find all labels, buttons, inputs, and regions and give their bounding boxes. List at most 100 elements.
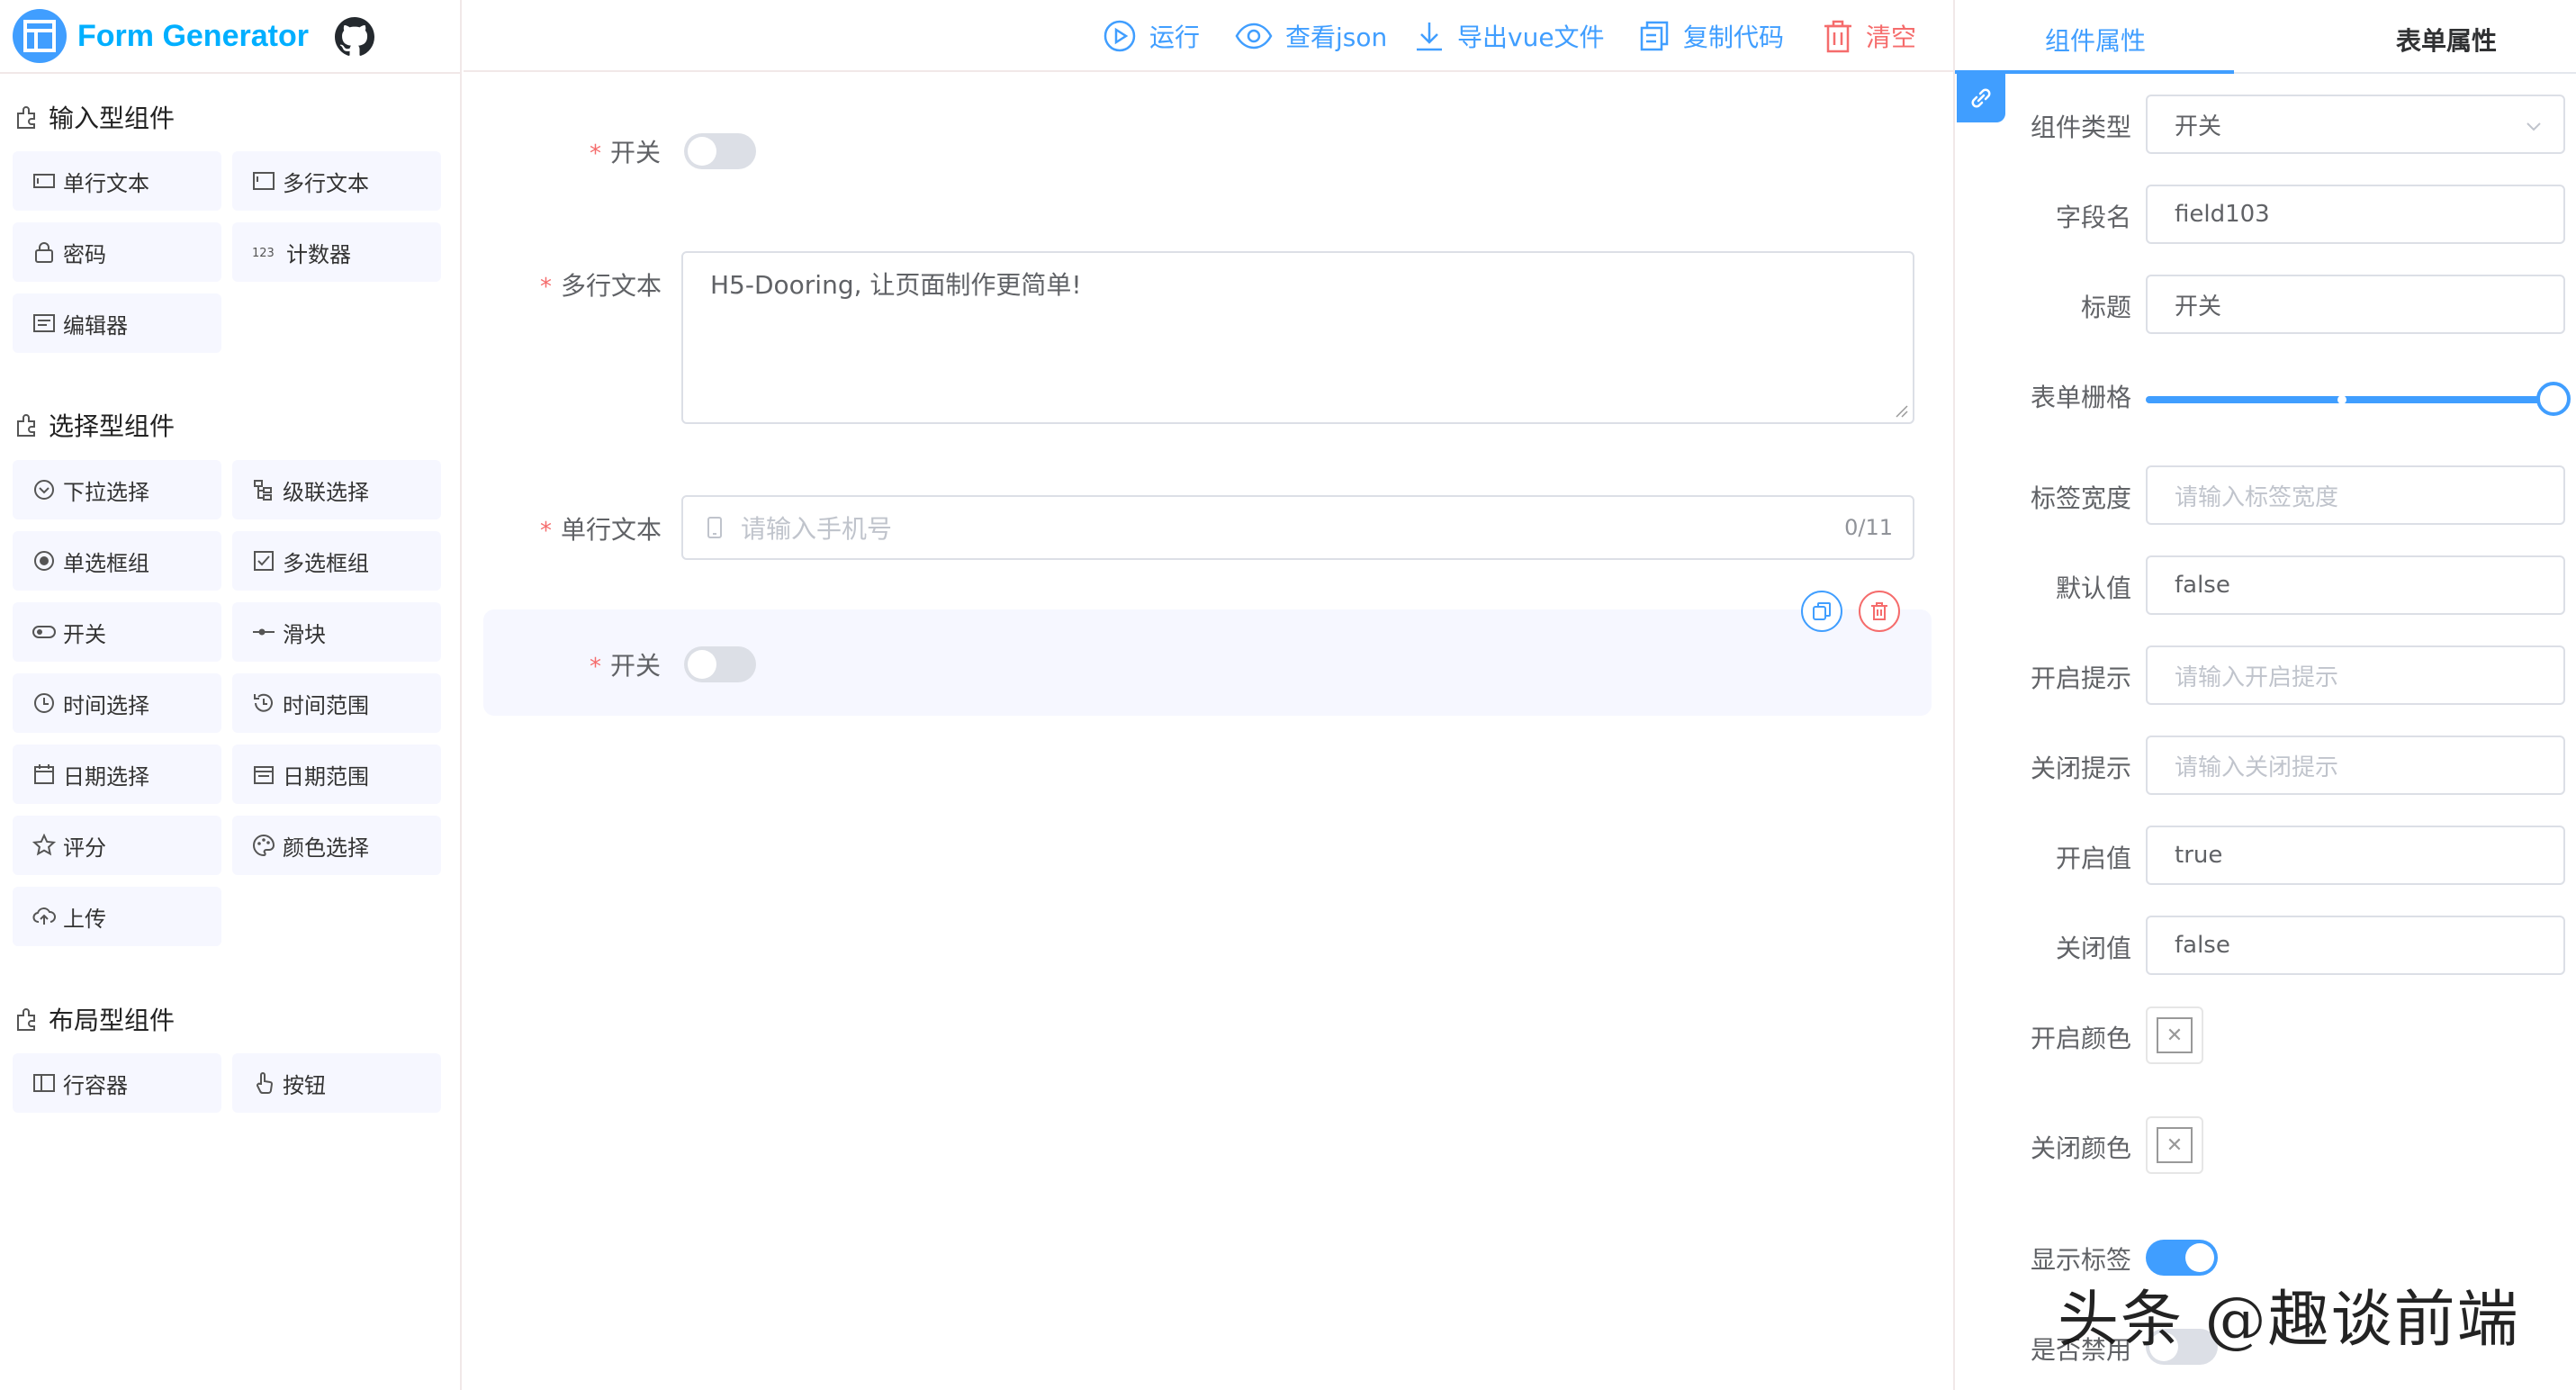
comp-upload[interactable]: 上传 <box>13 887 221 946</box>
field-name-input[interactable]: field103 <box>2146 185 2565 244</box>
switch-icon <box>32 626 56 638</box>
textarea-value: H5-Dooring, 让页面制作更简单! <box>710 270 1082 300</box>
comp-label: 下拉选择 <box>63 479 149 505</box>
comp-button[interactable]: 按钮 <box>232 1053 441 1113</box>
form-item-switch-2[interactable]: * 开关 <box>590 646 757 682</box>
comp-label: 颜色选择 <box>283 835 369 861</box>
clock-icon <box>34 693 54 713</box>
comp-radio[interactable]: 单选框组 <box>13 531 221 591</box>
input-icon <box>33 174 55 188</box>
comp-counter[interactable]: 123 计数器 <box>232 222 441 282</box>
inactive-color-picker[interactable]: ✕ <box>2146 1116 2203 1174</box>
phone-input[interactable]: 请输入手机号 0/11 <box>681 495 1914 560</box>
form-item-switch-1[interactable]: * 开关 <box>590 133 757 169</box>
prop-label: 开启颜色 <box>2030 1024 2131 1053</box>
prop-label: 关闭值 <box>2055 934 2131 963</box>
play-icon <box>1103 20 1136 52</box>
component-type-select[interactable]: 开关 <box>2146 95 2565 154</box>
form-item-input-label: * 单行文本 <box>540 510 662 546</box>
editor-icon <box>33 314 55 332</box>
inactive-text-input[interactable]: 请输入关闭提示 <box>2146 736 2565 795</box>
github-icon[interactable] <box>335 17 374 57</box>
form-label: * 开关 <box>590 651 662 681</box>
checkbox-icon <box>254 551 274 571</box>
title-input[interactable]: 开关 <box>2146 275 2565 334</box>
char-count: 0/11 <box>1844 515 1893 540</box>
active-color-picker[interactable]: ✕ <box>2146 1006 2203 1064</box>
link-icon[interactable] <box>1957 74 2005 122</box>
group-title-layout: 布局型组件 <box>13 1001 175 1037</box>
group-title-text: 输入型组件 <box>49 104 176 133</box>
switch-toggle[interactable] <box>684 133 757 169</box>
close-icon: ✕ <box>2157 1017 2193 1053</box>
comp-rate[interactable]: 评分 <box>13 816 221 875</box>
comp-switch[interactable]: 开关 <box>13 602 221 662</box>
comp-date[interactable]: 日期选择 <box>13 745 221 804</box>
switch-toggle[interactable] <box>684 646 757 682</box>
comp-label: 密码 <box>63 241 106 267</box>
comp-row[interactable]: 行容器 <box>13 1053 221 1113</box>
comp-time[interactable]: 时间选择 <box>13 673 221 733</box>
comp-label: 编辑器 <box>63 312 128 338</box>
panel-tabs: 组件属性 表单属性 <box>1955 0 2576 74</box>
label-width-input[interactable]: 请输入标签宽度 <box>2146 465 2565 525</box>
input-value: false <box>2175 932 2230 959</box>
form-label-text: 开关 <box>610 138 662 167</box>
view-json-button[interactable]: 查看json <box>1235 18 1387 54</box>
copy-icon <box>1640 21 1669 51</box>
prop-label: 表单栅格 <box>2030 383 2131 412</box>
toolbar: 运行 查看json 导出vue文件 复制代码 清空 <box>464 0 1953 72</box>
divider <box>0 72 462 74</box>
prop-label: 字段名 <box>2055 203 2131 232</box>
inactive-value-input[interactable]: false <box>2146 916 2565 975</box>
comp-textarea[interactable]: 多行文本 <box>232 151 441 211</box>
comp-time-range[interactable]: 时间范围 <box>232 673 441 733</box>
download-icon <box>1417 23 1442 51</box>
comp-label: 滑块 <box>283 621 326 647</box>
mobile-icon <box>707 517 722 538</box>
clear-button[interactable]: 清空 <box>1823 18 1916 54</box>
close-icon: ✕ <box>2157 1127 2193 1163</box>
form-label-text: 单行文本 <box>561 515 662 545</box>
active-value-input[interactable]: true <box>2146 826 2565 885</box>
comp-slider[interactable]: 滑块 <box>232 602 441 662</box>
cascader-icon <box>254 480 272 501</box>
comp-label: 开关 <box>63 621 106 647</box>
copy-item-button[interactable] <box>1801 591 1842 632</box>
default-value-input[interactable]: false <box>2146 555 2565 615</box>
prop-label: 开启值 <box>2055 844 2131 873</box>
comp-editor[interactable]: 编辑器 <box>13 293 221 353</box>
logo-icon <box>13 9 67 63</box>
tab-form-props[interactable]: 表单属性 <box>2396 22 2497 58</box>
grid-slider-handle[interactable] <box>2536 382 2571 416</box>
comp-label: 日期范围 <box>283 763 369 790</box>
comp-input[interactable]: 单行文本 <box>13 151 221 211</box>
comp-checkbox[interactable]: 多选框组 <box>232 531 441 591</box>
component-icon <box>17 106 35 129</box>
right-panel: 组件属性 表单属性 组件类型 开关 字段名 field103 标题 开关 表单栅… <box>1953 0 2576 1390</box>
tab-component-props[interactable]: 组件属性 <box>2045 22 2146 58</box>
textarea-icon <box>253 172 275 190</box>
comp-color[interactable]: 颜色选择 <box>232 816 441 875</box>
comp-select[interactable]: 下拉选择 <box>13 460 221 519</box>
group-title-text: 布局型组件 <box>49 1006 176 1035</box>
delete-item-button[interactable] <box>1859 591 1900 632</box>
comp-cascader[interactable]: 级联选择 <box>232 460 441 519</box>
grid-slider-track[interactable] <box>2146 396 2551 403</box>
textarea-field[interactable]: H5-Dooring, 让页面制作更简单! <box>681 251 1914 424</box>
number-icon: 123 <box>252 247 275 260</box>
active-text-input[interactable]: 请输入开启提示 <box>2146 645 2565 705</box>
run-button[interactable]: 运行 <box>1103 18 1200 54</box>
comp-label: 单选框组 <box>63 550 149 576</box>
logo[interactable]: Form Generator <box>13 7 309 65</box>
comp-password[interactable]: 密码 <box>13 222 221 282</box>
calendar-icon <box>34 764 54 784</box>
resize-handle-icon[interactable] <box>1895 404 1909 419</box>
comp-date-range[interactable]: 日期范围 <box>232 745 441 804</box>
select-icon <box>34 480 54 500</box>
export-vue-label: 导出vue文件 <box>1457 23 1605 52</box>
row-icon <box>33 1074 55 1092</box>
export-vue-button[interactable]: 导出vue文件 <box>1414 18 1605 54</box>
slider-icon <box>253 628 275 636</box>
copy-code-button[interactable]: 复制代码 <box>1638 18 1784 54</box>
